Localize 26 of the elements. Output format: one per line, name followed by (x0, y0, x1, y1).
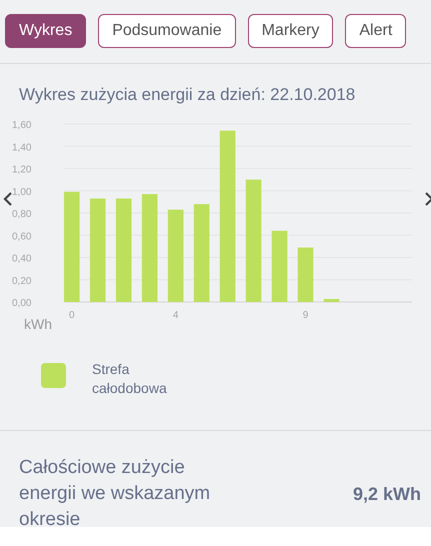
chevron-right-icon[interactable] (425, 192, 431, 206)
y-tick-label: 0,60 (12, 231, 32, 242)
y-tick-label: 1,20 (12, 164, 32, 176)
y-axis-unit: kWh (24, 316, 52, 332)
y-tick-label: 1,00 (12, 186, 32, 198)
chevron-left-icon[interactable] (3, 192, 13, 206)
x-tick-label: 4 (172, 310, 178, 321)
y-tick-label: 0,20 (12, 276, 32, 287)
summary-value: 9,2 kWh (352, 482, 421, 506)
x-tick-label: 0 (69, 310, 75, 321)
legend-label: Strefa całodobowa (92, 360, 168, 398)
tab[interactable]: Podsumowanie (98, 14, 236, 48)
bar (298, 248, 314, 302)
y-tick-label: 0,40 (12, 254, 32, 264)
y-tick-label: 1,60 (12, 120, 32, 131)
tab[interactable]: Wykres (5, 14, 86, 48)
chart-title: Wykres zużycia energii za dzień: 22.10.2018 (18, 84, 356, 106)
y-tick-label: 1,40 (12, 142, 32, 154)
bar (272, 230, 288, 302)
bar (324, 299, 340, 302)
y-tick-label: 0,00 (12, 298, 32, 309)
tab[interactable]: Alert (345, 14, 406, 48)
summary-label: Całościowe zużycie energii we wskazanym okresie (19, 456, 212, 532)
tab[interactable]: Markery (248, 14, 334, 48)
y-tick-label: 0,80 (12, 209, 32, 220)
x-tick-label: 9 (302, 310, 308, 321)
